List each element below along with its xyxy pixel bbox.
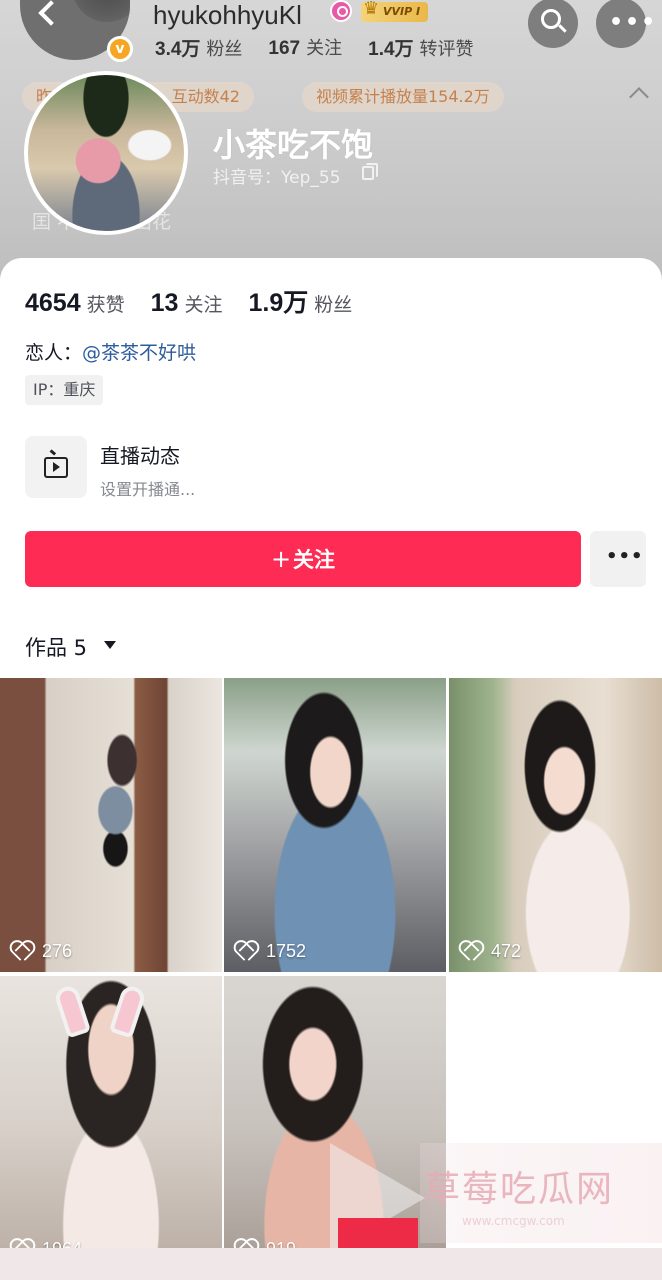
follow-label: 关注 — [293, 548, 336, 572]
profile-card: 4654 获赞 13 关注 1.9万 粉丝 恋人：@茶茶不好哄 IP：重庆 直播动态 … — [0, 258, 662, 678]
video-thumbnail[interactable]: 276 — [0, 678, 222, 972]
tag-total-plays: 视频累计播放量154.2万 — [302, 82, 504, 112]
like-count: 472 — [459, 941, 521, 962]
profile-avatar[interactable] — [24, 71, 188, 235]
watermark-text: 草莓吃瓜网 — [424, 1169, 615, 1210]
back-arrow-icon — [38, 0, 64, 26]
ip-location-chip: IP：重庆 — [25, 375, 104, 405]
lover-link[interactable]: @茶茶不好哄 — [82, 342, 196, 364]
profile-nickname: 小茶吃不饱 — [213, 126, 374, 164]
live-dynamic-title[interactable]: 直播动态 — [100, 440, 180, 469]
stat-following[interactable]: 13 关注 — [151, 289, 223, 318]
top-username: hyukohhyuKl — [153, 0, 302, 30]
douyin-id: 抖音号：Yep_55 — [213, 168, 341, 188]
video-thumbnail[interactable]: 1752 — [224, 678, 446, 972]
top-stat-fans[interactable]: 3.4万 粉丝 — [155, 34, 242, 61]
heart-icon — [234, 942, 256, 962]
like-count: 276 — [10, 941, 72, 962]
stat-followers[interactable]: 1.9万 粉丝 — [248, 283, 352, 319]
stats-row: 4654 获赞 13 关注 1.9万 粉丝 — [25, 283, 378, 319]
lover-label: 恋人： — [25, 342, 83, 364]
heart-icon — [10, 942, 32, 962]
caret-down-icon[interactable] — [104, 641, 116, 649]
video-thumbnail[interactable]: 1964 — [0, 976, 222, 1270]
vip-badge: ♛ VVIP I — [361, 0, 429, 22]
tv-live-icon — [44, 457, 68, 478]
heart-icon — [459, 942, 481, 962]
copy-icon[interactable] — [362, 163, 378, 180]
watermark-url: www.cmcgw.com — [462, 1214, 565, 1228]
vip-label: VVIP I — [383, 5, 421, 18]
top-stats: 3.4万 粉丝 167 关注 1.4万 转评赞 — [155, 34, 474, 61]
more-dots-icon: ••• — [609, 10, 658, 35]
follow-button[interactable]: +关注 — [25, 531, 581, 587]
video-thumbnail[interactable]: 472 — [449, 678, 662, 972]
more-actions-button[interactable]: ••• — [590, 531, 646, 587]
top-bar: v hyukohhyuKl ♛ VVIP I 3.4万 粉丝 167 关注 1.4万… — [0, 0, 662, 70]
live-dynamic-button[interactable] — [25, 436, 87, 498]
verified-v-icon: v — [107, 36, 133, 62]
more-dots-icon: ••• — [606, 546, 644, 567]
like-count: 1752 — [234, 941, 306, 962]
more-options-button[interactable]: ••• — [596, 0, 655, 48]
plus-icon: + — [270, 545, 292, 573]
top-stat-engagement[interactable]: 1.4万 转评赞 — [368, 34, 473, 61]
crown-icon: ♛ — [363, 0, 380, 19]
search-badge-icon — [330, 0, 352, 22]
live-dynamic-subtitle: 设置开播通... — [100, 480, 196, 499]
mini-avatar — [72, 0, 130, 22]
stat-likes[interactable]: 4654 获赞 — [25, 289, 125, 318]
works-tab-label[interactable]: 作品 5 — [25, 632, 87, 662]
top-stat-following[interactable]: 167 关注 — [268, 34, 342, 61]
lover-relation: 恋人：@茶茶不好哄 — [25, 338, 196, 365]
search-button[interactable] — [528, 0, 578, 48]
watermark-red-bar — [338, 1218, 418, 1248]
bunny-ears-sticker — [52, 983, 150, 1046]
bottom-bar — [0, 1248, 662, 1280]
